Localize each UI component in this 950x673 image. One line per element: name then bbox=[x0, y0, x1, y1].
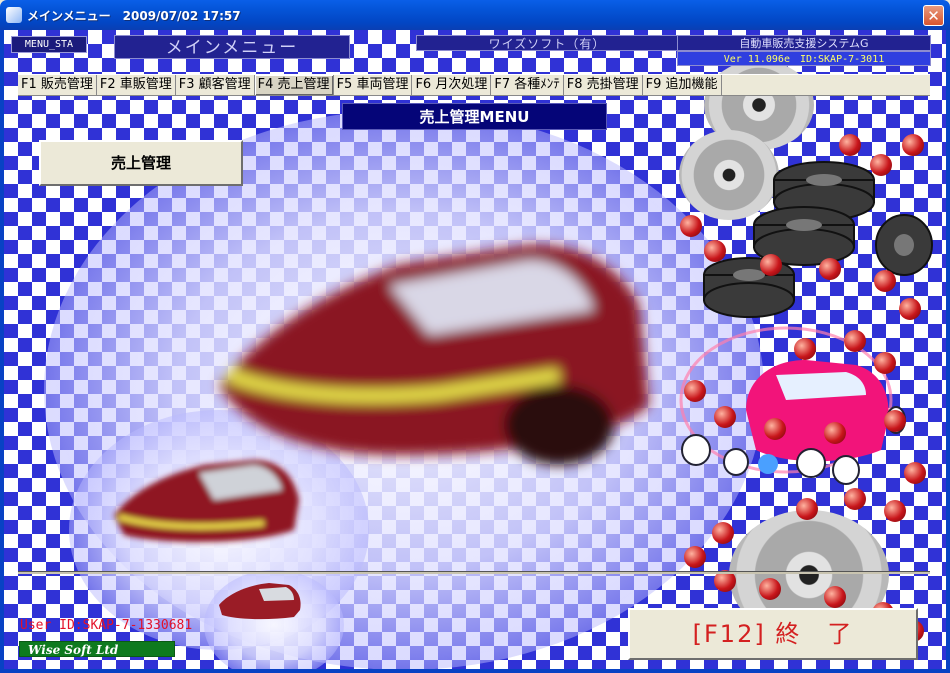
decorative-ball bbox=[824, 422, 846, 444]
version-info: Ver 11.096e ID:SKAP-7-3011 bbox=[677, 51, 931, 66]
title-bar: メインメニュー 2009/07/02 17:57 ✕ bbox=[0, 0, 950, 30]
sales-management-button[interactable]: 売上管理 bbox=[39, 140, 243, 186]
user-id-label: User ID:SKAP-7-1330681 bbox=[20, 618, 193, 633]
company-name: ワイズソフト（有） bbox=[416, 35, 678, 51]
tire-icon bbox=[703, 161, 933, 318]
decorative-ball bbox=[824, 586, 846, 608]
tab-f4-revenue[interactable]: F4 売上管理 bbox=[254, 75, 334, 95]
toy-car-image bbox=[679, 326, 906, 485]
window-frame-right bbox=[946, 30, 950, 673]
app-icon[interactable] bbox=[6, 7, 22, 23]
window-title: メインメニュー 2009/07/02 17:57 bbox=[27, 9, 241, 23]
exit-button[interactable]: [F12] 終 了 bbox=[628, 608, 918, 660]
tab-f8-receivables[interactable]: F8 売掛管理 bbox=[564, 75, 643, 95]
decorative-ball bbox=[704, 240, 726, 262]
menu-code-label: MENU_STA bbox=[11, 36, 87, 53]
tab-f6-monthly[interactable]: F6 月次処理 bbox=[412, 75, 492, 95]
decorative-ball bbox=[684, 546, 706, 568]
system-name: 自動車販売支援システムG bbox=[677, 35, 931, 51]
brand-logo: Wise Soft Ltd bbox=[19, 641, 175, 657]
decorative-ball bbox=[764, 418, 786, 440]
decorative-ball bbox=[819, 258, 841, 280]
function-key-tabs: F1 販売管理 F2 車販管理 F3 顧客管理 F4 売上管理 F5 車両管理 … bbox=[18, 74, 930, 96]
decorative-ball bbox=[714, 406, 736, 428]
tab-f3-customers[interactable]: F3 顧客管理 bbox=[176, 75, 255, 95]
tab-f2-car-sales[interactable]: F2 車販管理 bbox=[97, 75, 176, 95]
decorative-ball bbox=[712, 522, 734, 544]
close-icon: ✕ bbox=[927, 7, 940, 25]
close-button[interactable]: ✕ bbox=[923, 5, 944, 26]
tab-f5-vehicles[interactable]: F5 車両管理 bbox=[334, 75, 413, 95]
tab-f9-extras[interactable]: F9 追加機能 bbox=[643, 75, 722, 95]
decorative-ball bbox=[680, 215, 702, 237]
tab-f7-maintenance[interactable]: F7 各種ﾒﾝﾃ bbox=[491, 75, 564, 95]
decorative-ball bbox=[899, 298, 921, 320]
tab-f1-sales[interactable]: F1 販売管理 bbox=[18, 75, 97, 95]
window-frame-bottom bbox=[0, 669, 950, 673]
decorative-ball bbox=[870, 154, 892, 176]
decorative-ball bbox=[760, 254, 782, 276]
decorative-ball bbox=[794, 338, 816, 360]
decorative-ball bbox=[839, 134, 861, 156]
decorative-ball bbox=[759, 578, 781, 600]
decorative-ball bbox=[796, 498, 818, 520]
page-title: メインメニュー bbox=[114, 35, 350, 59]
decorative-ball bbox=[874, 270, 896, 292]
decorative-ball bbox=[904, 462, 926, 484]
decorative-ball bbox=[844, 488, 866, 510]
decorative-ball bbox=[902, 134, 924, 156]
car-image-tiny bbox=[219, 583, 301, 620]
car-image-small bbox=[114, 460, 299, 542]
submenu-title: 売上管理MENU bbox=[342, 103, 607, 130]
divider bbox=[18, 571, 930, 574]
decorative-ball bbox=[884, 410, 906, 432]
decorative-ball bbox=[844, 330, 866, 352]
decorative-ball bbox=[884, 500, 906, 522]
decorative-ball bbox=[874, 352, 896, 374]
decorative-ball bbox=[684, 380, 706, 402]
